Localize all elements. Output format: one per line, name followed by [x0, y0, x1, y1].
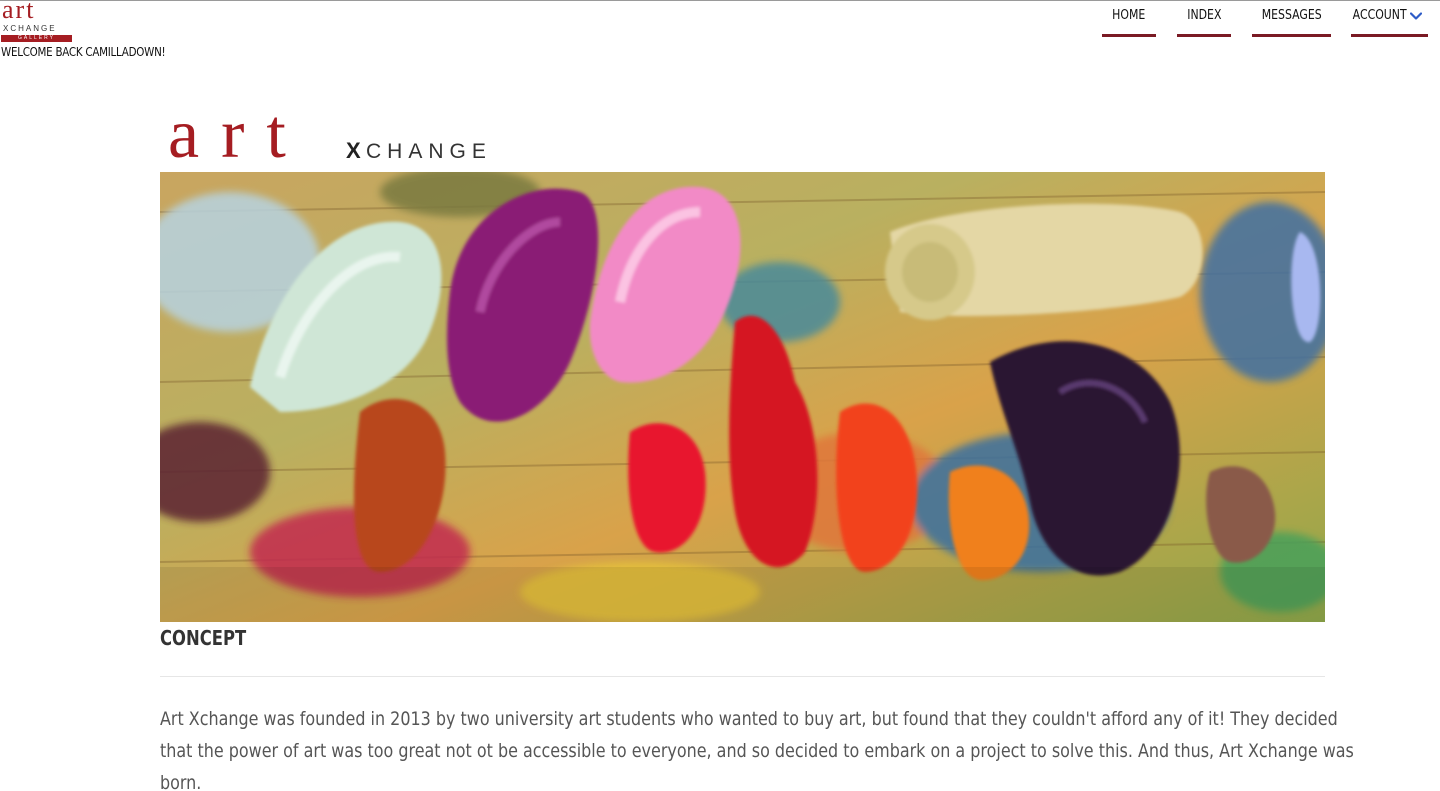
logo-xchange-text: XCHANGE	[3, 24, 57, 33]
concept-line-1: Art Xchange was founded in 2013 by two u…	[160, 708, 1338, 730]
concept-heading: CONCEPT	[160, 626, 247, 650]
section-divider	[160, 676, 1325, 677]
welcome-message: WELCOME BACK CAMILLADOWN!	[1, 45, 166, 59]
nav-index-label: INDEX	[1186, 8, 1222, 23]
logo-change: CHANGE	[366, 140, 492, 163]
concept-line-2: that the power of art was too great not …	[160, 740, 1354, 762]
nav-home-label: HOME	[1112, 8, 1146, 23]
nav-messages[interactable]: MESSAGES	[1252, 6, 1331, 37]
concept-paragraph: Art Xchange was founded in 2013 by two u…	[160, 703, 1354, 791]
logo-x: X	[346, 138, 361, 163]
top-border	[0, 0, 1440, 1]
nav-index[interactable]: INDEX	[1177, 6, 1231, 37]
paint-palette-image	[160, 172, 1325, 622]
concept-line-3: born.	[160, 772, 202, 791]
nav-account-label: ACCOUNT	[1352, 8, 1407, 23]
nav-messages-label: MESSAGES	[1261, 8, 1322, 23]
logo-gallery-text: GALLERY	[1, 35, 72, 42]
nav-home[interactable]: HOME	[1102, 6, 1156, 37]
art-xchange-logo: art X CHANGE	[168, 100, 528, 170]
logo-art: art	[168, 96, 308, 173]
site-logo[interactable]: art XCHANGE GALLERY	[0, 0, 73, 42]
logo-art-text: art	[2, 0, 36, 24]
nav-account-dropdown[interactable]: ACCOUNT	[1351, 6, 1428, 37]
chevron-down-icon[interactable]	[1410, 12, 1422, 20]
